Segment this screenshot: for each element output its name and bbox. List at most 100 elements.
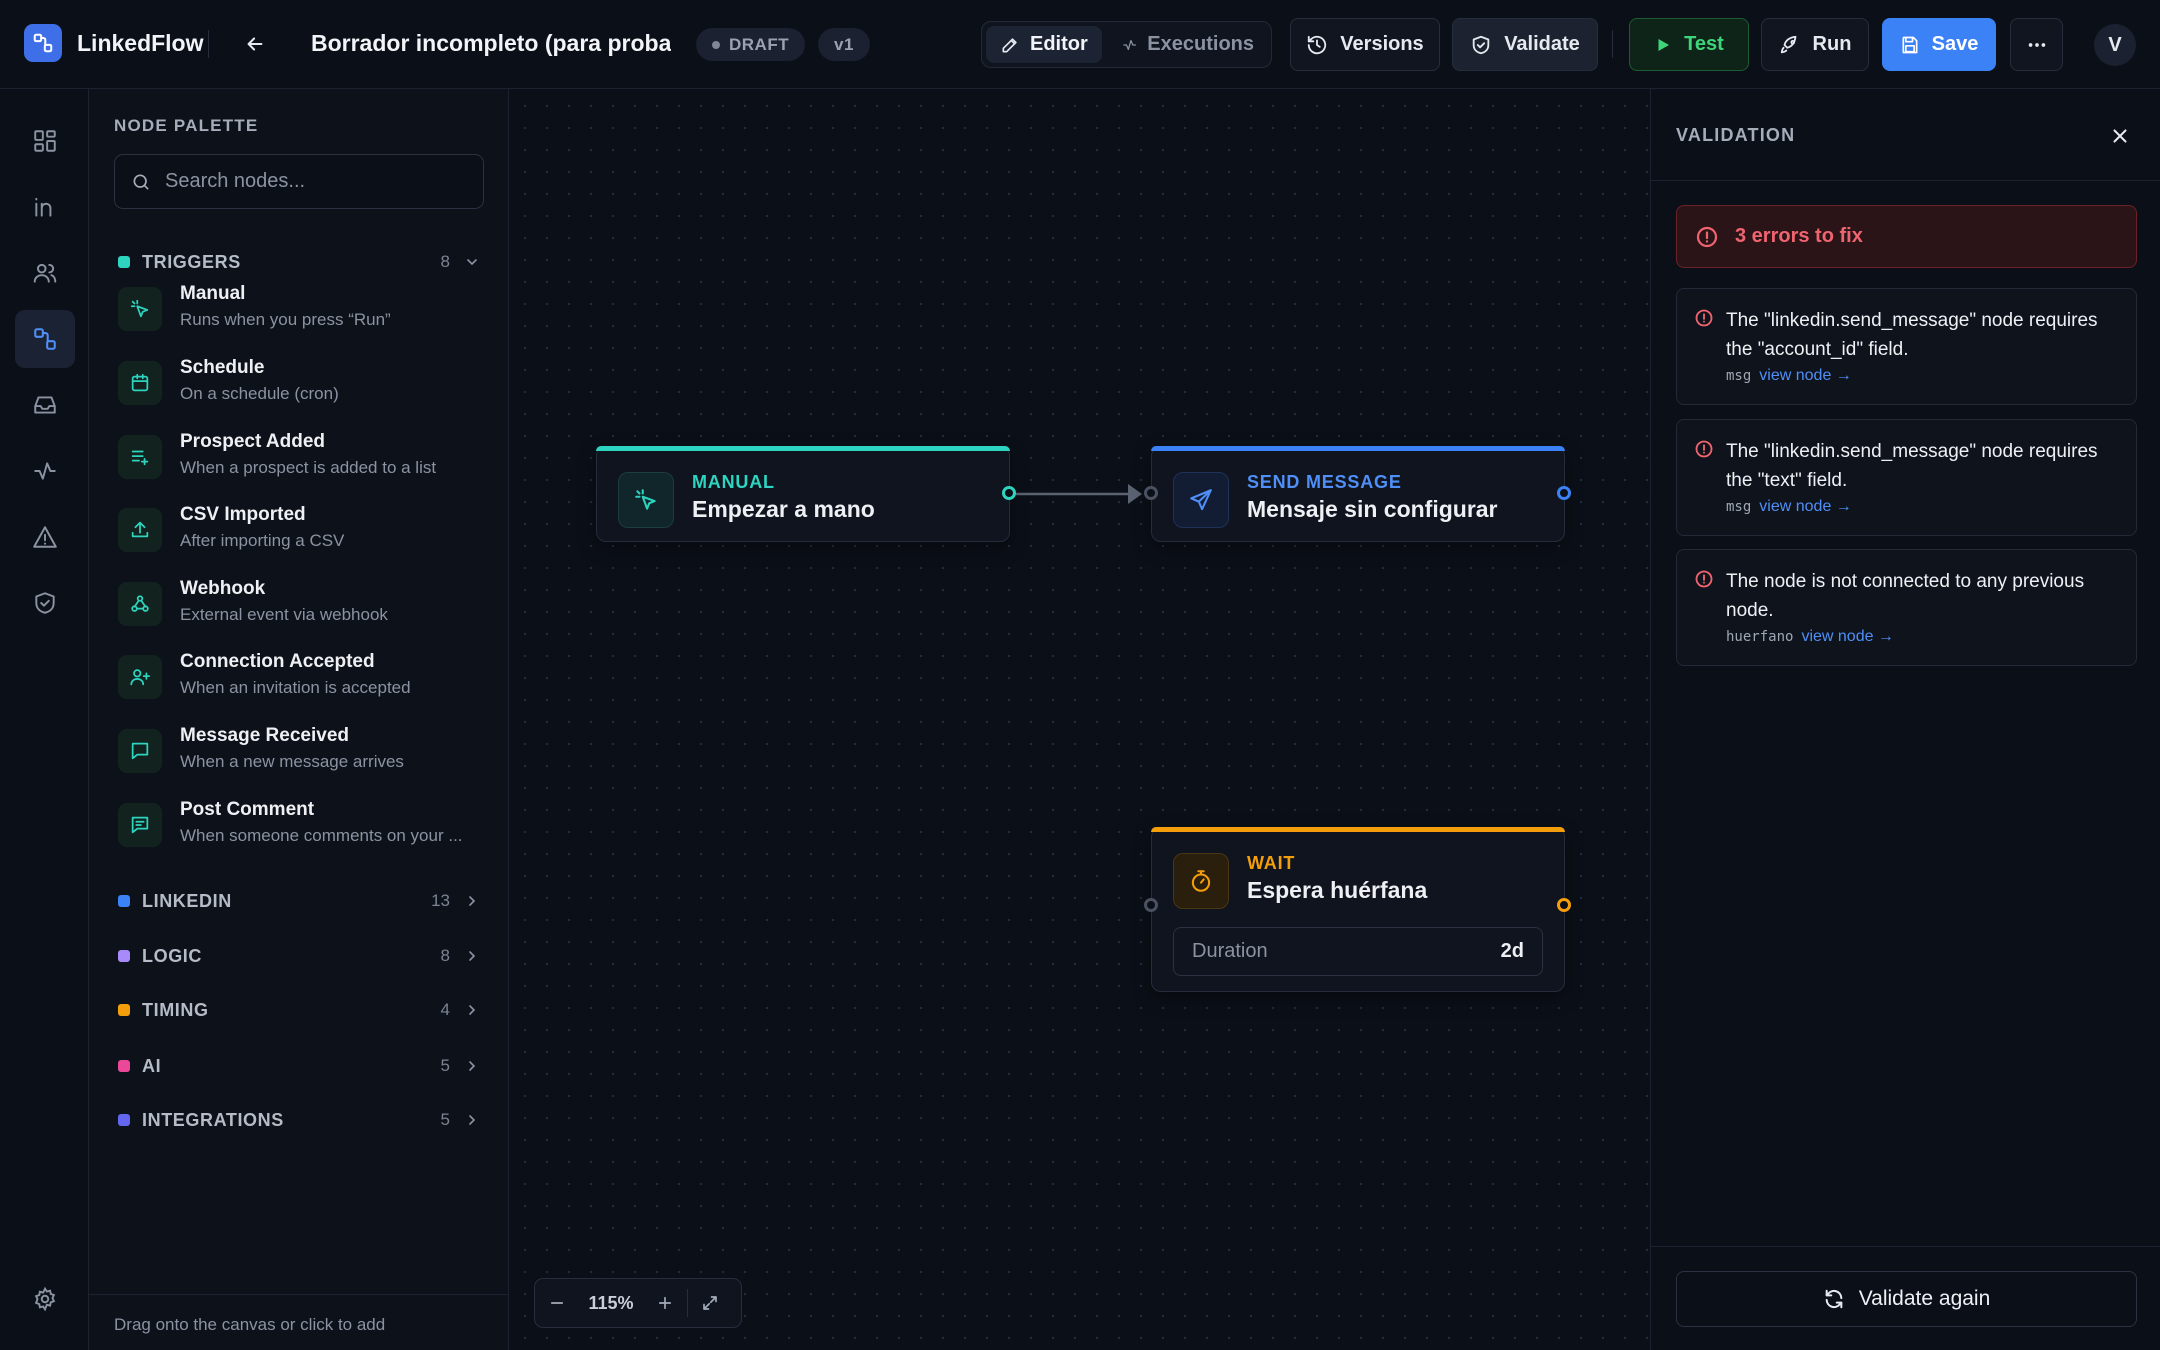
test-button[interactable]: Test (1629, 18, 1749, 71)
nav-workflows[interactable] (15, 310, 75, 368)
zoom-in-button[interactable] (643, 1279, 687, 1327)
palette-node-name: CSV Imported (180, 504, 306, 525)
save-button[interactable]: Save (1882, 18, 1996, 71)
user-avatar[interactable]: V (2094, 24, 2136, 66)
palette-node-name: Webhook (180, 578, 266, 599)
tab-executions-label: Executions (1147, 33, 1254, 55)
run-button[interactable]: Run (1761, 18, 1869, 71)
nav-alerts[interactable] (15, 508, 75, 566)
view-node-link[interactable]: view node → (1801, 628, 1894, 646)
alert-circle-icon (1695, 309, 1713, 327)
palette-node-name: Message Received (180, 725, 349, 746)
error-node-id: msg (1726, 499, 1752, 515)
zoom-level: 115% (588, 1292, 634, 1313)
nav-inbox[interactable] (15, 376, 75, 434)
settings-gear-icon (34, 1286, 56, 1312)
palette-node-webhook[interactable]: Webhook External event via webhook (118, 574, 488, 638)
category-ai[interactable]: AI 5 (114, 1051, 484, 1081)
user-plus-icon (118, 655, 162, 699)
category-linkedin[interactable]: LINKEDIN 13 (114, 886, 484, 916)
chevron-down-icon (467, 259, 477, 266)
category-count: 4 (440, 1000, 450, 1019)
save-icon (1902, 36, 1918, 53)
palette-node-desc: When an invitation is accepted (180, 678, 411, 697)
close-panel-button[interactable] (2103, 119, 2137, 153)
nav-activity[interactable] (15, 442, 75, 500)
output-port[interactable] (1557, 898, 1571, 912)
flow-node-send-message[interactable]: SEND MESSAGE Mensaje sin configurar (1144, 446, 1571, 542)
category-count: 13 (431, 891, 450, 910)
chevron-right-icon (469, 1061, 476, 1071)
category-triggers[interactable]: TRIGGERS 8 (114, 247, 484, 277)
palette-node-csv-imported[interactable]: CSV Imported After importing a CSV (118, 500, 488, 564)
error-meta: msg view node → (1726, 498, 1852, 516)
duration-field[interactable]: Duration 2d (1173, 927, 1543, 976)
duration-label: Duration (1192, 940, 1268, 962)
error-message: The "linkedin.send_message" node require… (1726, 310, 2098, 360)
run-button-label: Run (1812, 33, 1852, 55)
flow-node-wait[interactable]: WAIT Espera huérfana Duration 2d (1144, 827, 1571, 992)
palette-node-manual[interactable]: Manual Runs when you press “Run” (118, 279, 488, 343)
zoom-out-button[interactable] (535, 1279, 579, 1327)
inbox-icon (34, 396, 56, 414)
palette-node-schedule[interactable]: Schedule On a schedule (cron) (118, 353, 488, 417)
validate-again-button[interactable]: Validate again (1676, 1271, 2137, 1327)
nav-linkedin[interactable] (15, 178, 75, 236)
search-box (114, 154, 484, 209)
minus-icon (550, 1302, 564, 1304)
error-card: The node is not connected to any previou… (1676, 549, 2137, 666)
palette-node-desc: After importing a CSV (180, 531, 345, 550)
search-icon (133, 174, 149, 189)
cursor-click-icon (618, 472, 674, 528)
history-icon (1308, 35, 1327, 54)
view-node-link[interactable]: view node → (1759, 367, 1852, 385)
version-badge: v1 (818, 28, 870, 61)
palette-node-desc: Runs when you press “Run” (180, 310, 391, 329)
tab-executions[interactable]: Executions (1108, 26, 1268, 63)
validate-button-label: Validate (1504, 33, 1580, 55)
output-port[interactable] (1557, 486, 1571, 500)
palette-node-connection-accepted[interactable]: Connection Accepted When an invitation i… (118, 647, 488, 711)
nav-dashboard[interactable] (15, 112, 75, 170)
category-integrations[interactable]: INTEGRATIONS 5 (114, 1105, 484, 1135)
versions-button[interactable]: Versions (1290, 18, 1440, 71)
palette-node-desc: When someone comments on your ... (180, 826, 463, 845)
nav-security[interactable] (15, 574, 75, 632)
workflow-title[interactable]: Borrador incompleto (para probar la vali… (311, 30, 671, 57)
category-label: INTEGRATIONS (142, 1109, 284, 1130)
palette-node-desc: When a new message arrives (180, 752, 404, 771)
category-color-swatch (118, 895, 130, 907)
workflow-icon (34, 328, 56, 350)
back-arrow-icon[interactable] (238, 27, 272, 61)
dashboard-icon (34, 130, 56, 152)
workflow-canvas[interactable]: MANUAL Empezar a mano SEND MESSAGE Mensa… (510, 89, 1650, 1350)
activity-icon (1123, 39, 1137, 50)
category-logic[interactable]: LOGIC 8 (114, 941, 484, 971)
category-timing[interactable]: TIMING 4 (114, 995, 484, 1025)
more-options-button[interactable] (2010, 18, 2063, 71)
tab-editor[interactable]: Editor (986, 26, 1102, 63)
palette-node-name: Connection Accepted (180, 651, 375, 672)
input-port[interactable] (1144, 898, 1158, 912)
palette-node-prospect-added[interactable]: Prospect Added When a prospect is added … (118, 427, 488, 491)
error-summary-banner: 3 errors to fix (1676, 205, 2137, 268)
validate-button[interactable]: Validate (1452, 18, 1598, 71)
category-count: 5 (440, 1110, 450, 1129)
nav-settings[interactable] (15, 1270, 75, 1328)
search-input[interactable] (165, 170, 465, 193)
fit-view-button[interactable] (688, 1279, 732, 1327)
palette-node-message-received[interactable]: Message Received When a new message arri… (118, 721, 488, 785)
output-port[interactable] (1002, 486, 1016, 500)
validation-panel-footer: Validate again (1651, 1246, 2160, 1350)
category-label: LOGIC (142, 945, 202, 966)
zoom-controls: 115% (534, 1278, 742, 1328)
view-node-link[interactable]: view node → (1759, 498, 1852, 516)
nav-prospects[interactable] (15, 244, 75, 302)
validation-panel: VALIDATION 3 errors to fix The "linkedin… (1650, 89, 2160, 1350)
category-color-swatch (118, 256, 130, 268)
palette-node-post-comment[interactable]: Post Comment When someone comments on yo… (118, 795, 488, 859)
input-port[interactable] (1144, 486, 1158, 500)
app-logo-icon[interactable] (24, 24, 62, 62)
palette-node-name: Schedule (180, 357, 265, 378)
flow-node-manual[interactable]: MANUAL Empezar a mano (596, 446, 1016, 542)
